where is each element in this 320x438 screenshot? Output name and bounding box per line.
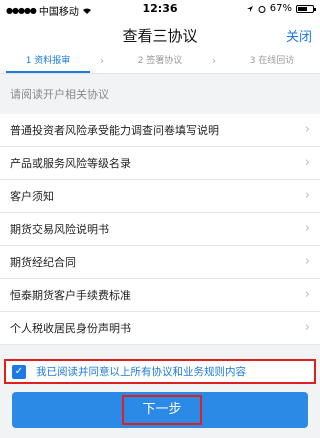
chevron-right-icon: ›: [304, 188, 310, 203]
step-indicator: 1 资料报审 › 2 签署协议 › 3 在线回访: [0, 50, 320, 74]
list-item[interactable]: 普通投资者风险承受能力调查问卷填写说明 ›: [0, 114, 320, 147]
checkbox-checked-icon[interactable]: ✓: [12, 364, 26, 379]
step-3: 3 在线回访: [249, 56, 295, 66]
battery-percent: 67%: [269, 3, 292, 14]
list-item[interactable]: 产品或服务风险等级名录 ›: [0, 147, 320, 180]
alarm-icon: [258, 5, 266, 13]
battery-icon: [296, 4, 316, 13]
nav-bar: 查看三协议 关闭: [0, 18, 320, 50]
agreement-label: 产品或服务风险等级名录: [10, 157, 131, 170]
chevron-right-icon: ›: [304, 221, 310, 236]
next-button-label: 下一步: [122, 395, 202, 425]
list-item[interactable]: 恒泰期货客户手续费标准 ›: [0, 279, 320, 312]
agreement-label: 期货交易风险说明书: [10, 223, 109, 236]
battery-fill: [298, 6, 307, 11]
agreement-label: 期货经纪合同: [10, 256, 76, 269]
agreement-list: 普通投资者风险承受能力调查问卷填写说明 › 产品或服务风险等级名录 › 客户须知…: [0, 114, 320, 345]
chevron-right-icon: ›: [304, 254, 310, 269]
chevron-right-icon: ›: [304, 287, 310, 302]
agreement-label: 恒泰期货客户手续费标准: [10, 289, 131, 302]
list-item[interactable]: 期货经纪合同 ›: [0, 246, 320, 279]
agreement-label: 个人税收居民身份声明书: [10, 322, 131, 335]
location-icon: [246, 5, 253, 12]
chevron-right-icon: ›: [212, 56, 216, 67]
agree-label: 我已阅读并同意以上所有协议和业务规则内容: [36, 366, 246, 378]
list-item[interactable]: 期货交易风险说明书 ›: [0, 213, 320, 246]
chevron-right-icon: ›: [304, 122, 310, 137]
chevron-right-icon: ›: [304, 320, 310, 335]
status-right-group: 67%: [246, 3, 316, 14]
chevron-right-icon: ›: [100, 56, 104, 67]
next-button[interactable]: 下一步: [12, 392, 308, 428]
agreement-label: 客户须知: [10, 190, 54, 203]
step-2: 2 签署协议: [137, 56, 183, 66]
chevron-right-icon: ›: [304, 155, 310, 170]
step-1: 1 资料报审: [0, 50, 96, 73]
status-bar: ●●●●● 中国移动 12:36 67%: [0, 0, 320, 18]
agreement-label: 普通投资者风险承受能力调查问卷填写说明: [10, 124, 219, 137]
section-header: 请阅读开户相关协议: [10, 88, 109, 101]
agree-checkbox-row[interactable]: ✓ 我已阅读并同意以上所有协议和业务规则内容: [4, 359, 316, 384]
close-button[interactable]: 关闭: [286, 26, 312, 45]
list-item[interactable]: 客户须知 ›: [0, 180, 320, 213]
list-item[interactable]: 个人税收居民身份声明书 ›: [0, 312, 320, 345]
page-title: 查看三协议: [122, 27, 198, 45]
